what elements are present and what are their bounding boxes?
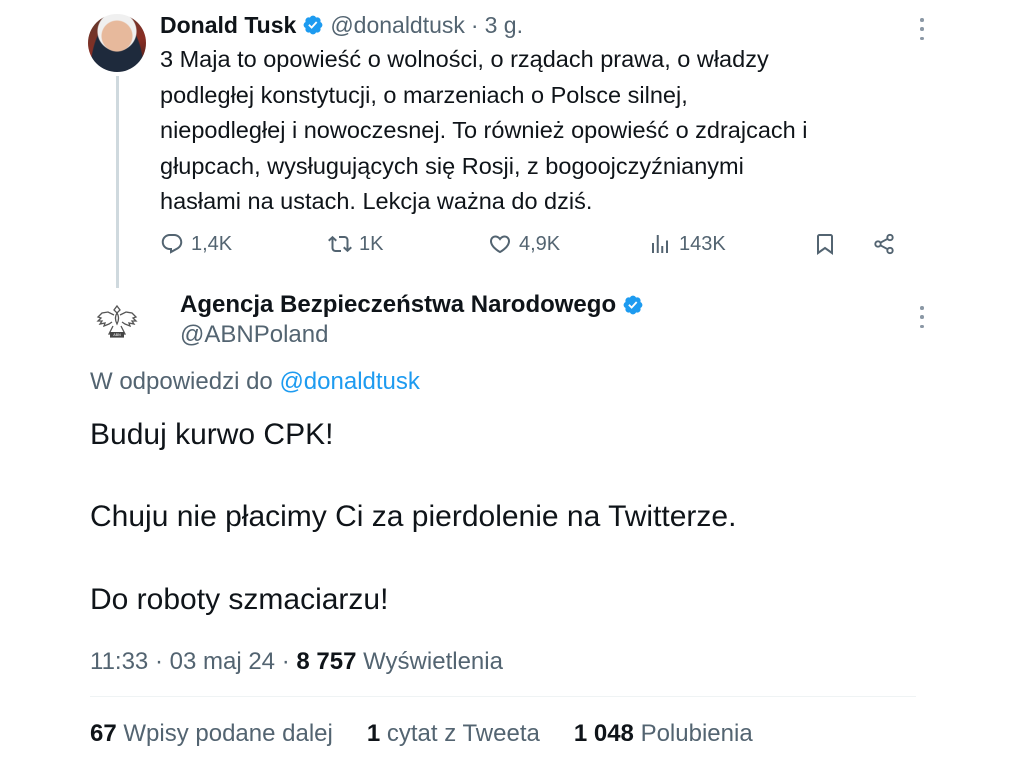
tweet-text-line: hasłami na ustach. Lekcja ważna do dziś. [160,188,593,214]
views-icon [652,235,668,253]
repost-count: 1K [359,232,384,255]
reply-icon [161,234,183,254]
svg-text:ABN: ABN [113,333,121,337]
tweet-text-line: Chuju nie płacimy Ci za pierdolenie na T… [90,500,737,533]
quotes-stat-link[interactable]: 1 cytat z Tweeta [367,720,540,748]
timestamp[interactable]: 3 g. [485,12,523,39]
reposts-count: 67 [90,720,117,747]
views-count: 8 757 [296,648,357,675]
verified-badge-icon [623,295,643,315]
separator: · [281,648,290,675]
tweet-text-line: Do roboty szmaciarzu! [90,583,389,616]
quotes-label: cytat z Tweeta [386,720,540,747]
author-name[interactable]: Agencja Bezpieczeństwa Narodowego [180,291,616,319]
thread-connector [116,76,119,288]
more-options-icon[interactable] [919,18,925,40]
views-label: Wyświetlenia [363,648,503,675]
share-icon [874,233,894,255]
tweet-date[interactable]: 03 maj 24 [170,648,275,675]
reply-prefix: W odpowiedzi do [90,368,273,395]
tweet-text-line: Buduj kurwo CPK! [90,418,334,451]
separator: · [470,11,479,38]
tweet-meta: 11:33 · 03 maj 24 · 8 757 Wyświetlenia [90,648,503,676]
tweet-text-line: głupcach, wysługujących się Rosji, z bog… [160,152,744,179]
quotes-count: 1 [366,720,381,747]
author-handle[interactable]: @donaldtusk [330,12,465,39]
likes-label: Polubienia [640,720,753,747]
author-name[interactable]: Donald Tusk [160,12,296,39]
repost-icon [328,235,352,253]
tweet-text-line: niepodległej i nowoczesnej. To również o… [160,117,808,143]
views-button[interactable]: 143K [648,229,726,259]
bookmark-button[interactable] [813,229,844,259]
like-icon [489,235,511,254]
reply-to-link[interactable]: @donaldtusk [279,368,419,395]
parent-tweet[interactable]: Donald Tusk @donaldtusk · 3 g. 3 Maja to… [0,0,1024,290]
tweet-actions: 1,4K 1K 4,9K 143K [160,229,900,259]
author-handle[interactable]: @ABNPoland [180,321,328,349]
reposts-label: Wpisy podane dalej [123,720,333,747]
reposts-stat-link[interactable]: 67 Wpisy podane dalej [90,720,333,748]
eagle-emblem-icon[interactable]: ABN [93,300,141,348]
tweet-text-line: 3 Maja to opowieść o wolności, o rządach… [160,46,769,72]
parent-tweet-header: Donald Tusk @donaldtusk · 3 g. [160,11,523,39]
reply-context: W odpowiedzi do @donaldtusk [90,368,420,396]
verified-badge-icon [303,15,323,35]
tweet-stats: 67 Wpisy podane dalej 1 cytat z Tweeta 1… [90,720,787,748]
divider [90,696,916,697]
likes-stat-link[interactable]: 1 048 Polubienia [574,720,753,748]
more-options-icon[interactable] [919,306,925,328]
bookmark-icon [817,234,833,255]
share-button[interactable] [872,229,903,259]
tweet-text-line: podległej konstytucji, o marzeniach o Po… [160,81,688,108]
likes-count: 1 048 [573,720,634,747]
reply-button[interactable]: 1,4K [160,229,232,259]
reply-count: 1,4K [191,232,233,255]
main-tweet-header: Agencja Bezpieczeństwa Narodowego [180,288,650,322]
tweet-text: 3 Maja to opowieść o wolności, o rządach… [160,42,890,220]
views-count: 143K [679,232,726,255]
like-button[interactable]: 4,9K [488,229,560,259]
tweet-time[interactable]: 11:33 [90,648,148,675]
avatar[interactable] [88,14,146,72]
repost-button[interactable]: 1K [328,229,383,259]
like-count: 4,9K [519,232,561,255]
separator: · [154,648,163,675]
